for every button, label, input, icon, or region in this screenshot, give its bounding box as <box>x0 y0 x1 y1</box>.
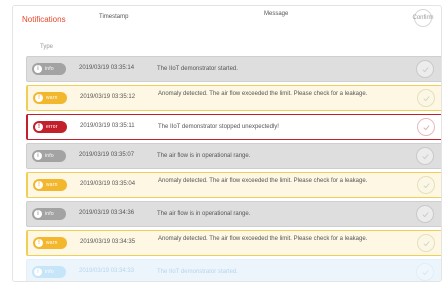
type-label: warn <box>46 240 58 246</box>
type-label: info <box>45 153 54 159</box>
confirm-button[interactable] <box>416 147 434 165</box>
type-badge: ! warn <box>33 92 67 104</box>
message: The air flow is in operational range. <box>157 211 251 217</box>
notification-row: i info 2019/03/19 03:35:14 The IIoT demo… <box>26 56 441 82</box>
warning-icon: ! <box>35 239 43 247</box>
column-header-type: Type <box>40 44 54 50</box>
timestamp: 2019/03/19 03:35:14 <box>79 65 135 71</box>
type-badge: i info <box>32 208 66 220</box>
notification-row: ! warn 2019/03/19 03:34:35 Anomaly detec… <box>26 230 441 256</box>
type-badge: i info <box>32 150 66 162</box>
confirm-button[interactable] <box>416 205 434 223</box>
type-badge: ! warn <box>33 179 67 191</box>
info-icon: i <box>34 210 42 218</box>
timestamp: 2019/03/19 03:35:07 <box>79 152 135 158</box>
type-badge: ! warn <box>33 237 67 249</box>
check-icon <box>422 182 430 188</box>
notification-row: i info 2019/03/19 03:34:33 The IIoT demo… <box>26 259 441 281</box>
timestamp: 2019/03/19 03:35:12 <box>80 94 136 100</box>
warning-icon: ! <box>35 94 43 102</box>
confirm-button[interactable] <box>417 118 435 136</box>
timestamp: 2019/03/19 03:35:04 <box>80 181 136 187</box>
check-icon <box>422 124 430 130</box>
message: Anomaly detected. The air flow exceeded … <box>158 91 368 97</box>
timestamp: 2019/03/19 03:34:33 <box>79 268 135 274</box>
check-icon <box>421 66 429 72</box>
notification-row: i info 2019/03/19 03:34:36 The air flow … <box>26 201 441 227</box>
type-badge: ! error <box>33 121 67 133</box>
type-label: info <box>45 66 54 72</box>
confirm-button[interactable] <box>417 176 435 194</box>
check-icon <box>421 211 429 217</box>
message: The IIoT demonstrator started. <box>157 269 238 275</box>
timestamp: 2019/03/19 03:34:35 <box>80 239 136 245</box>
check-icon <box>422 240 430 246</box>
message: The air flow is in operational range. <box>157 153 251 159</box>
warning-icon: ! <box>35 181 43 189</box>
info-icon: i <box>34 268 42 276</box>
error-icon: ! <box>35 123 43 131</box>
panel-title: Notifications <box>22 15 66 24</box>
column-header-confirm: Confirm <box>413 9 434 27</box>
confirm-button[interactable] <box>416 60 434 78</box>
type-label: warn <box>46 95 58 101</box>
type-label: info <box>45 211 54 217</box>
type-label: error <box>46 124 58 130</box>
notifications-panel: Notifications Type Timestamp Message Con… <box>12 5 442 282</box>
info-icon: i <box>34 152 42 160</box>
type-label: info <box>45 269 54 275</box>
timestamp: 2019/03/19 03:34:36 <box>79 210 135 216</box>
confirm-button[interactable] <box>417 234 435 252</box>
confirm-button[interactable] <box>417 89 435 107</box>
type-badge: i info <box>32 63 66 75</box>
timestamp: 2019/03/19 03:35:11 <box>80 123 135 129</box>
message: The IIoT demonstrator stopped unexpected… <box>158 124 279 130</box>
info-icon: i <box>34 65 42 73</box>
check-icon <box>421 269 429 275</box>
notification-row: i info 2019/03/19 03:35:07 The air flow … <box>26 143 441 169</box>
type-label: warn <box>46 182 58 188</box>
check-icon <box>421 153 429 159</box>
notification-row: ! error 2019/03/19 03:35:11 The IIoT dem… <box>26 114 441 140</box>
confirm-button[interactable] <box>416 263 434 281</box>
notification-row: ! warn 2019/03/19 03:35:12 Anomaly detec… <box>26 85 441 111</box>
message: The IIoT demonstrator started. <box>157 66 238 72</box>
notification-row: ! warn 2019/03/19 03:35:04 Anomaly detec… <box>26 172 441 198</box>
type-badge: i info <box>32 266 66 278</box>
message: Anomaly detected. The air flow exceeded … <box>158 178 368 184</box>
check-icon <box>422 95 430 101</box>
message: Anomaly detected. The air flow exceeded … <box>158 236 368 242</box>
column-header-timestamp: Timestamp <box>99 14 129 20</box>
